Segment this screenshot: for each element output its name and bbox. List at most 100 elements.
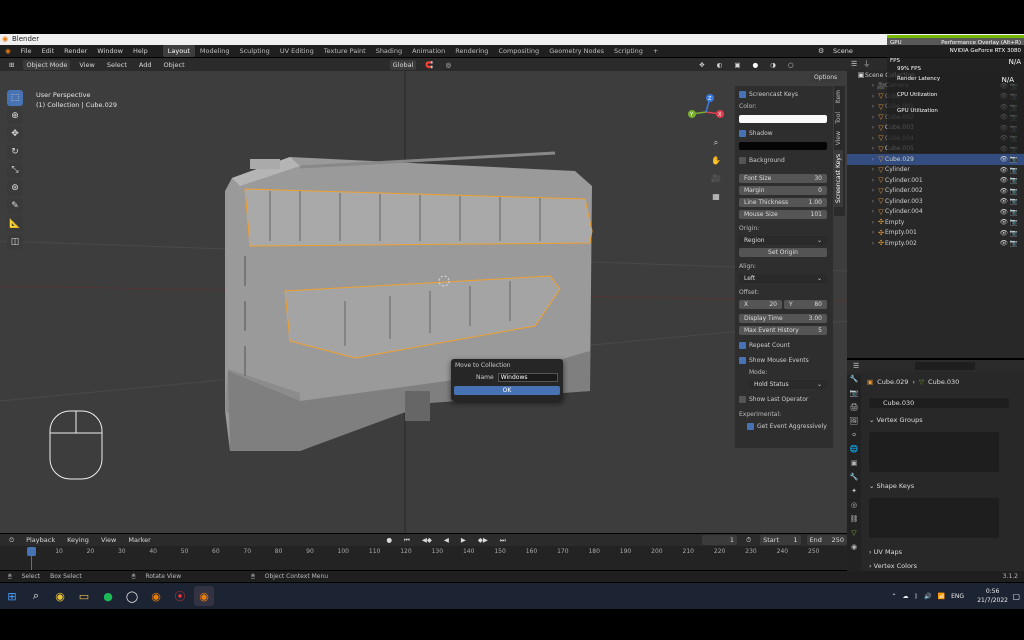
search-icon[interactable]: ⌕ — [26, 586, 46, 606]
vertex-colors-panel-header[interactable]: › Vertex Colors — [869, 562, 917, 570]
expand-icon[interactable]: › — [869, 198, 877, 205]
margin-field[interactable]: Margin 0 — [739, 186, 827, 195]
physics-tab-icon[interactable]: ◎ — [847, 501, 861, 515]
expand-icon[interactable]: › — [869, 114, 877, 121]
constraints-tab-icon[interactable]: ⛓ — [847, 515, 861, 529]
shading-rendered-icon[interactable]: ○ — [785, 60, 797, 70]
outliner-item[interactable]: › ▽ Cylinder.004 👁 📷 — [847, 207, 1024, 218]
vertex-groups-panel-header[interactable]: ⌄ Vertex Groups — [869, 416, 923, 424]
visibility-icon[interactable]: 👁 📷 — [1000, 155, 1018, 163]
timeline-track[interactable]: 1102030405060708090100110120130140150160… — [0, 546, 847, 570]
menu-render[interactable]: Render — [59, 45, 92, 57]
menu-view[interactable]: View — [76, 60, 97, 70]
tab-screencast-keys[interactable]: Screencast Keys — [834, 149, 843, 207]
network-icon[interactable]: 📶 — [938, 593, 945, 600]
outliner-item[interactable]: › ✣ Empty.002 👁 📷 — [847, 238, 1024, 249]
show-last-operator-checkbox[interactable] — [739, 396, 746, 403]
expand-icon[interactable]: › — [869, 82, 877, 89]
editor-type-icon[interactable]: ⊞ — [6, 60, 17, 70]
expand-icon[interactable]: › — [869, 240, 877, 247]
expand-icon[interactable]: › — [869, 166, 877, 173]
play-reverse-icon[interactable]: ◀ — [441, 535, 452, 545]
tab-geometry-nodes[interactable]: Geometry Nodes — [544, 45, 609, 57]
move-tool-icon[interactable]: ✥ — [7, 126, 23, 142]
outliner-item[interactable]: › ▽ Cylinder 👁 📷 — [847, 165, 1024, 176]
visibility-icon[interactable]: 👁 📷 — [1000, 166, 1018, 174]
tab-uv-editing[interactable]: UV Editing — [275, 45, 319, 57]
shading-material-icon[interactable]: ◑ — [767, 60, 779, 70]
properties-editor-icon[interactable]: ☰ — [853, 362, 859, 370]
ok-button[interactable]: OK — [454, 386, 560, 395]
mode-dropdown[interactable]: Hold Status ⌄ — [749, 380, 827, 389]
jump-end-icon[interactable]: ⏭ — [497, 535, 509, 546]
outliner-item[interactable]: › ▽ Cylinder.001 👁 📷 — [847, 175, 1024, 186]
scene-tab-icon[interactable]: ⚪ — [847, 431, 861, 445]
expand-icon[interactable]: › — [869, 229, 877, 236]
obs-icon[interactable]: ⦿ — [170, 586, 190, 606]
view-layer-tab-icon[interactable]: 🖼 — [847, 417, 861, 431]
tab-shading[interactable]: Shading — [371, 45, 407, 57]
outliner-item[interactable]: › ▽ Cube.029 👁 📷 — [847, 154, 1024, 165]
tab-tool[interactable]: Tool — [834, 108, 843, 128]
next-keyframe-icon[interactable]: ◆▶ — [475, 535, 491, 545]
snap-icon[interactable]: 🧲 — [422, 60, 436, 70]
outliner-item[interactable]: › ✣ Empty 👁 📷 — [847, 217, 1024, 228]
tool-tab-icon[interactable]: 🔧 — [847, 375, 861, 389]
panel-header[interactable]: Screencast Keys — [739, 89, 829, 100]
tab-texture-paint[interactable]: Texture Paint — [319, 45, 371, 57]
menu-timeline-view[interactable]: View — [98, 535, 119, 545]
start-frame-field[interactable]: Start 1 — [760, 535, 801, 545]
render-tab-icon[interactable]: 📷 — [847, 389, 861, 403]
object-tab-icon[interactable]: ▣ — [847, 459, 861, 473]
max-event-history-field[interactable]: Max Event History 5 — [739, 326, 827, 335]
collection-name-input[interactable]: Windows — [497, 373, 558, 382]
mode-selector[interactable]: Object Mode — [23, 59, 71, 70]
background-checkbox[interactable] — [739, 157, 746, 164]
tab-sculpting[interactable]: Sculpting — [234, 45, 274, 57]
prev-keyframe-icon[interactable]: ◀◆ — [419, 535, 435, 545]
xray-toggle-icon[interactable]: ▣ — [731, 60, 743, 70]
line-thickness-field[interactable]: Line Thickness 1.00 — [739, 198, 827, 207]
menu-edit[interactable]: Edit — [37, 45, 60, 57]
volume-icon[interactable]: 🔊 — [924, 593, 931, 600]
world-tab-icon[interactable]: 🌐 — [847, 445, 861, 459]
modifier-tab-icon[interactable]: 🔧 — [847, 473, 861, 487]
tab-rendering[interactable]: Rendering — [450, 45, 493, 57]
record-button[interactable]: ● — [383, 535, 395, 545]
annotate-tool-icon[interactable]: ✎ — [7, 198, 23, 214]
options-button[interactable]: Options — [810, 73, 842, 82]
expand-icon[interactable]: › — [869, 124, 877, 131]
filter-icon[interactable]: ⏚ — [863, 59, 870, 69]
uv-maps-panel-header[interactable]: › UV Maps — [869, 548, 902, 556]
expand-icon[interactable]: › — [869, 187, 877, 194]
rotate-tool-icon[interactable]: ↻ — [7, 144, 23, 160]
tab-scripting[interactable]: Scripting — [609, 45, 648, 57]
navigation-gizmo[interactable]: X Z Y — [686, 92, 726, 132]
blender-active-taskbar-icon[interactable]: ◉ — [194, 586, 214, 606]
shape-keys-list[interactable] — [869, 498, 999, 538]
visibility-icon[interactable]: 👁 📷 — [1000, 239, 1018, 247]
tab-compositing[interactable]: Compositing — [493, 45, 544, 57]
display-time-field[interactable]: Display Time 3.00 — [739, 314, 827, 323]
play-icon[interactable]: ▶ — [458, 535, 469, 545]
jump-start-icon[interactable]: ⏮ — [401, 535, 413, 546]
preview-range-icon[interactable]: ⏱ — [743, 535, 754, 546]
add-workspace-button[interactable]: + — [648, 45, 663, 57]
end-frame-field[interactable]: End 250 — [806, 535, 847, 545]
particles-tab-icon[interactable]: ✦ — [847, 487, 861, 501]
shape-keys-panel-header[interactable]: ⌄ Shape Keys — [869, 482, 914, 490]
menu-add[interactable]: Add — [136, 60, 155, 70]
bluetooth-icon[interactable]: ᛒ — [914, 593, 918, 600]
language-indicator[interactable]: ENG — [951, 593, 964, 600]
clock[interactable]: 0:56 21/7/2022 — [977, 587, 1008, 605]
measure-tool-icon[interactable]: 📐 — [7, 216, 23, 232]
mouse-size-field[interactable]: Mouse Size 101 — [739, 210, 827, 219]
playhead[interactable] — [27, 547, 36, 556]
visibility-icon[interactable]: 👁 📷 — [1000, 229, 1018, 237]
material-tab-icon[interactable]: ◉ — [847, 543, 861, 557]
proportional-edit-icon[interactable]: ◎ — [443, 60, 455, 70]
spotify-icon[interactable]: ● — [98, 586, 118, 606]
align-dropdown[interactable]: Left ⌄ — [739, 274, 827, 283]
expand-icon[interactable]: › — [869, 156, 877, 163]
tab-item[interactable]: Item — [834, 86, 843, 108]
